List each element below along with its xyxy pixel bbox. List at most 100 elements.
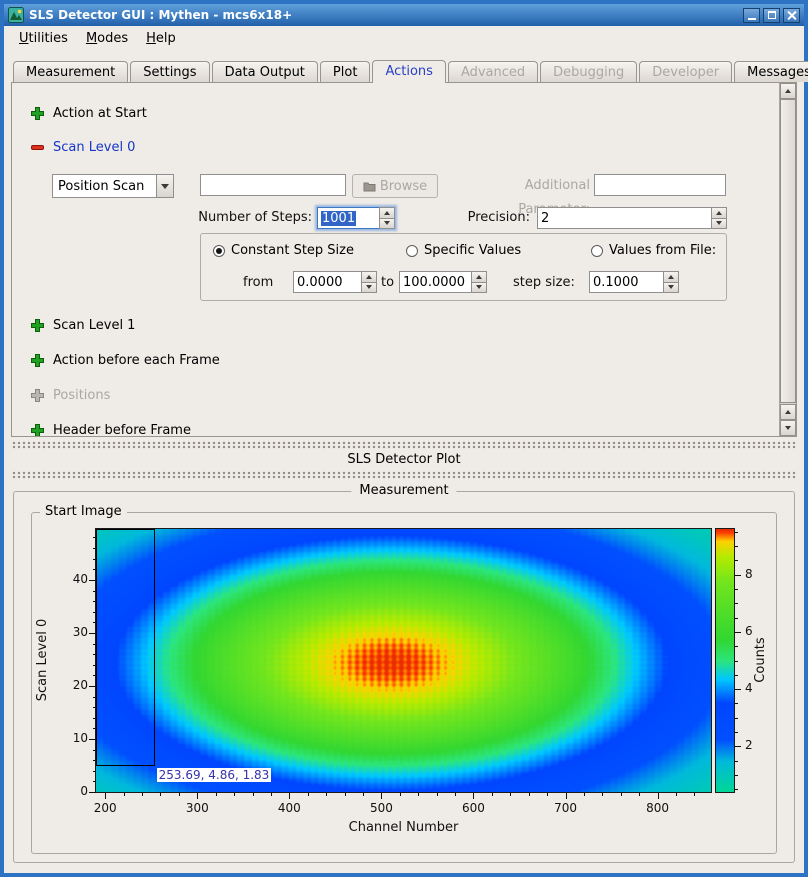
x-minor-tick xyxy=(124,793,125,796)
y-minor-tick xyxy=(93,569,96,570)
number-of-steps-spinbox[interactable]: 1001 xyxy=(317,207,395,229)
x-tick-label: 500 xyxy=(359,801,403,815)
minimize-button[interactable] xyxy=(743,8,760,23)
spin-down-button[interactable] xyxy=(361,283,377,294)
scan-mode-combo[interactable]: Position Scan xyxy=(52,174,174,198)
menu-help[interactable]: Help xyxy=(137,29,185,48)
colorbar-tick xyxy=(735,689,741,690)
x-minor-tick xyxy=(326,793,327,796)
x-tick xyxy=(289,793,290,799)
y-minor-tick xyxy=(93,760,96,761)
spin-down-button[interactable] xyxy=(711,219,727,230)
spin-up-button[interactable] xyxy=(711,207,727,219)
action-before-frame-label[interactable]: Action before each Frame xyxy=(53,353,220,368)
scroll-down-button[interactable] xyxy=(780,420,796,436)
x-minor-tick xyxy=(694,793,695,796)
vertical-scrollbar[interactable] xyxy=(779,83,796,436)
splitter-dots[interactable] xyxy=(12,471,796,479)
spin-up-button[interactable] xyxy=(471,271,487,283)
precision-spinbox[interactable]: 2 xyxy=(537,207,727,229)
x-minor-tick xyxy=(308,793,309,796)
heatmap-canvas[interactable] xyxy=(95,528,712,793)
expand-plus-icon[interactable] xyxy=(30,106,45,121)
colorbar-minor-tick xyxy=(735,675,738,676)
spin-down-button[interactable] xyxy=(663,283,679,294)
scan-level-1-row: Scan Level 1 xyxy=(30,315,776,335)
tab-actions[interactable]: Actions xyxy=(372,60,446,83)
y-minor-tick xyxy=(93,537,96,538)
tab-measurement[interactable]: Measurement xyxy=(13,61,128,82)
colorbar-axis-title: Counts xyxy=(753,600,769,720)
scan-script-input[interactable] xyxy=(200,174,346,196)
radio-selected-icon[interactable] xyxy=(213,245,225,257)
y-tick-label: 40 xyxy=(48,572,88,586)
combo-dropdown-icon[interactable] xyxy=(156,174,174,198)
radio-icon[interactable] xyxy=(591,245,603,257)
menu-utilities[interactable]: Utilities xyxy=(10,29,77,48)
radio-constant-step-size[interactable]: Constant Step Size xyxy=(213,243,354,258)
spin-up-button[interactable] xyxy=(361,271,377,283)
from-spinbox[interactable]: 0.0000 xyxy=(293,271,377,293)
to-spinbox[interactable]: 100.0000 xyxy=(399,271,487,293)
expand-plus-icon[interactable] xyxy=(30,318,45,333)
to-label: to xyxy=(381,275,394,290)
splitter-dots[interactable] xyxy=(12,441,796,449)
radio-specific-values[interactable]: Specific Values xyxy=(406,243,521,258)
y-tick xyxy=(89,580,96,581)
y-minor-tick xyxy=(93,707,96,708)
scroll-slider[interactable] xyxy=(780,99,796,403)
action-at-start-label[interactable]: Action at Start xyxy=(53,106,147,121)
positions-label: Positions xyxy=(53,388,110,403)
x-minor-tick xyxy=(455,793,456,796)
additional-parameter-input[interactable] xyxy=(594,174,726,196)
title-bar[interactable]: SLS Detector GUI : Mythen - mcs6x18+ xyxy=(4,4,804,26)
number-of-steps-value: 1001 xyxy=(321,211,356,226)
spin-up-button[interactable] xyxy=(663,271,679,283)
scroll-up-button[interactable] xyxy=(780,83,796,99)
scroll-up-button-bottom[interactable] xyxy=(780,404,796,420)
x-tick-label: 600 xyxy=(451,801,495,815)
plot-dock-handle[interactable]: SLS Detector Plot xyxy=(4,437,804,486)
zoom-rubber-band[interactable] xyxy=(96,529,155,766)
x-tick xyxy=(473,793,474,799)
measurement-groupbox: Measurement Start Image Channel Number S… xyxy=(13,491,795,863)
colorbar-minor-tick xyxy=(735,532,738,533)
maximize-icon xyxy=(768,11,776,19)
y-tick xyxy=(89,792,96,793)
y-minor-tick xyxy=(93,591,96,592)
y-tick xyxy=(89,686,96,687)
close-button[interactable] xyxy=(783,8,800,23)
tab-widget: MeasurementSettingsData OutputPlotAction… xyxy=(11,54,797,437)
radio-icon[interactable] xyxy=(406,245,418,257)
x-tick xyxy=(381,793,382,799)
step-size-label: step size: xyxy=(513,275,575,290)
expand-plus-icon[interactable] xyxy=(30,353,45,368)
colorbar-minor-tick xyxy=(735,732,738,733)
menu-modes[interactable]: Modes xyxy=(77,29,137,48)
colorbar-minor-tick xyxy=(735,603,738,604)
radio-values-from-file[interactable]: Values from File: xyxy=(591,243,716,258)
spin-down-button[interactable] xyxy=(379,219,395,230)
y-minor-tick xyxy=(93,718,96,719)
colorbar-canvas xyxy=(715,528,735,793)
collapse-minus-icon[interactable] xyxy=(30,140,45,155)
step-size-value: 0.1000 xyxy=(593,275,639,290)
spin-up-button[interactable] xyxy=(379,207,395,219)
header-before-frame-label[interactable]: Header before Frame xyxy=(53,423,191,438)
menu-bar: UtilitiesModesHelp xyxy=(4,26,804,50)
tab-plot[interactable]: Plot xyxy=(320,61,371,82)
expand-plus-icon[interactable] xyxy=(30,423,45,438)
spin-down-button[interactable] xyxy=(471,283,487,294)
step-size-spinbox[interactable]: 0.1000 xyxy=(589,271,679,293)
tab-messages[interactable]: Messages xyxy=(734,61,808,82)
y-minor-tick xyxy=(93,612,96,613)
scan-level-0-label[interactable]: Scan Level 0 xyxy=(53,140,135,155)
tab-data-output[interactable]: Data Output xyxy=(212,61,318,82)
window-body: UtilitiesModesHelp MeasurementSettingsDa… xyxy=(4,26,804,873)
maximize-button[interactable] xyxy=(763,8,780,23)
x-minor-tick xyxy=(529,793,530,796)
colorbar-minor-tick xyxy=(735,560,738,561)
scan-level-1-label[interactable]: Scan Level 1 xyxy=(53,318,135,333)
tab-settings[interactable]: Settings xyxy=(130,61,209,82)
x-tick-label: 700 xyxy=(544,801,588,815)
